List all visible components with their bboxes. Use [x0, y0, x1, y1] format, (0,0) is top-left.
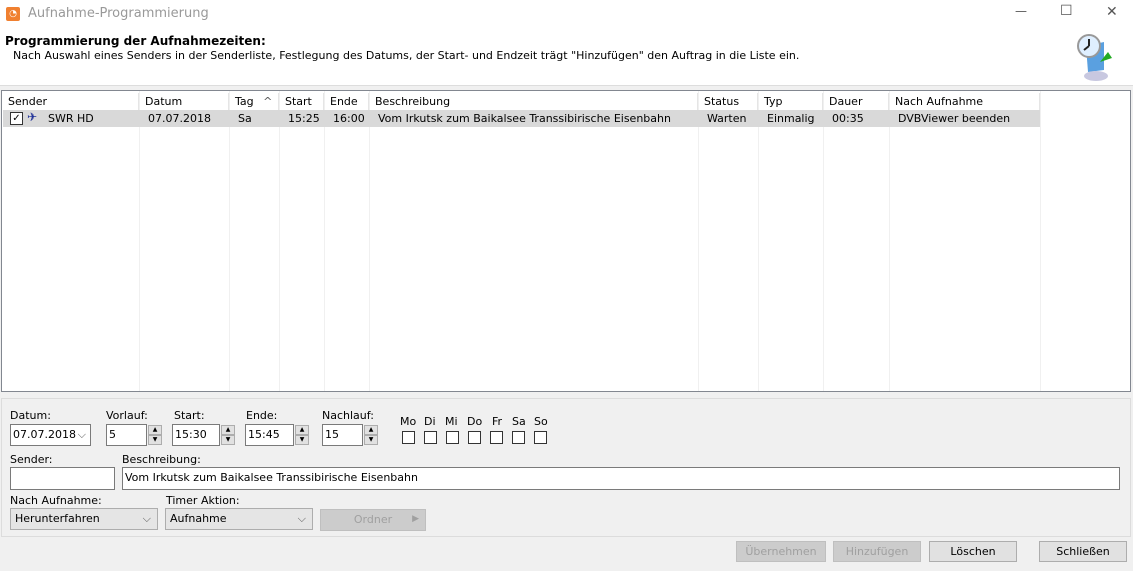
sender-label: Sender: [10, 453, 53, 466]
ende-spinner[interactable]: ▲ ▼ [295, 425, 309, 446]
uebernehmen-button[interactable]: Übernehmen [736, 541, 826, 562]
timer-list[interactable]: Sender Datum Tag ^ Start Ende Beschreibu… [1, 90, 1131, 392]
hinzufuegen-button[interactable]: Hinzufügen [833, 541, 921, 562]
day-label-so: So [534, 415, 548, 428]
chevron-down-icon: ⌵ [297, 512, 306, 525]
timer-edit-panel: Datum: 07.07.2018 ⌵ Vorlauf: 5 ▲ ▼ Start: … [1, 398, 1131, 537]
day-checkbox-mi[interactable] [446, 431, 459, 444]
row-checkbox[interactable]: ✓ [10, 112, 23, 125]
nach-aufnahme-select[interactable]: Herunterfahren ⌵ [10, 508, 158, 530]
column-header-datum[interactable]: Datum [139, 93, 229, 110]
start-spinner[interactable]: ▲ ▼ [221, 425, 235, 446]
day-label-mi: Mi [445, 415, 458, 428]
nachlauf-label: Nachlauf: [322, 409, 374, 422]
column-header-dauer[interactable]: Dauer [823, 93, 889, 110]
day-label-fr: Fr [492, 415, 503, 428]
column-header-sender[interactable]: Sender [2, 93, 139, 110]
ende-label: Ende: [246, 409, 278, 422]
header-panel: Programmierung der Aufnahmezeiten: Nach … [0, 30, 1133, 86]
day-label-mo: Mo [400, 415, 417, 428]
day-checkbox-so[interactable] [534, 431, 547, 444]
cell-sender: SWR HD [48, 112, 94, 125]
cell-start: 15:25 [288, 112, 320, 125]
datum-value: 07.07.2018 [13, 428, 76, 441]
cell-datum: 07.07.2018 [148, 112, 211, 125]
start-label: Start: [174, 409, 205, 422]
datum-picker[interactable]: 07.07.2018 ⌵ [10, 424, 91, 446]
column-header-beschreibung[interactable]: Beschreibung [369, 93, 698, 110]
day-checkbox-di[interactable] [424, 431, 437, 444]
window-title: Aufnahme-Programmierung [28, 6, 209, 21]
day-checkbox-sa[interactable] [512, 431, 525, 444]
timer-aktion-value: Aufnahme [170, 512, 227, 525]
cell-status: Warten [707, 112, 747, 125]
chevron-right-icon: ▶ [412, 514, 419, 524]
close-button[interactable]: ✕ [1106, 4, 1118, 20]
schliessen-button[interactable]: Schließen [1039, 541, 1127, 562]
sort-ascending-icon: ^ [263, 95, 273, 108]
start-input[interactable]: 15:30 [172, 424, 220, 446]
vorlauf-label: Vorlauf: [106, 409, 148, 422]
header-description: Nach Auswahl eines Senders in der Sender… [13, 49, 800, 62]
app-icon: ◔ [6, 7, 20, 21]
header-title: Programmierung der Aufnahmezeiten: [5, 34, 266, 48]
table-row[interactable]: ✓ ✈ SWR HD 07.07.2018 Sa 15:25 16:00 Vom… [3, 110, 1040, 127]
day-label-do: Do [467, 415, 483, 428]
nachlauf-spinner[interactable]: ▲ ▼ [364, 425, 378, 446]
cell-tag: Sa [238, 112, 252, 125]
day-label-di: Di [424, 415, 436, 428]
column-header-typ[interactable]: Typ [758, 93, 823, 110]
timer-clock-icon [1077, 34, 1112, 81]
cell-nach-aufnahme: DVBViewer beenden [898, 112, 1011, 125]
day-checkbox-mo[interactable] [402, 431, 415, 444]
beschreibung-input[interactable]: Vom Irkutsk zum Baikalsee Transsibirisch… [122, 467, 1120, 490]
minimize-button[interactable]: — [1015, 4, 1027, 18]
sender-input[interactable] [10, 467, 115, 490]
beschreibung-label: Beschreibung: [122, 453, 201, 466]
cell-dauer: 00:35 [832, 112, 864, 125]
ende-input[interactable]: 15:45 [245, 424, 294, 446]
maximize-button[interactable]: ☐ [1060, 3, 1073, 19]
column-header-start[interactable]: Start [279, 93, 324, 110]
datum-label: Datum: [10, 409, 51, 422]
loeschen-button[interactable]: Löschen [929, 541, 1017, 562]
day-checkbox-fr[interactable] [490, 431, 503, 444]
timer-aktion-select[interactable]: Aufnahme ⌵ [165, 508, 313, 530]
nach-aufnahme-label: Nach Aufnahme: [10, 494, 102, 507]
title-bar: ◔ Aufnahme-Programmierung — ☐ ✕ [0, 0, 1133, 30]
day-checkbox-do[interactable] [468, 431, 481, 444]
day-label-sa: Sa [512, 415, 526, 428]
vorlauf-spinner[interactable]: ▲ ▼ [148, 425, 162, 446]
cell-typ: Einmalig [767, 112, 815, 125]
nachlauf-input[interactable]: 15 [322, 424, 363, 446]
cell-beschreibung: Vom Irkutsk zum Baikalsee Transsibirisch… [378, 112, 671, 125]
column-header-status[interactable]: Status [698, 93, 758, 110]
timer-aktion-label: Timer Aktion: [166, 494, 240, 507]
chevron-down-icon: ⌵ [77, 428, 86, 441]
vorlauf-input[interactable]: 5 [106, 424, 147, 446]
ordner-label: Ordner [353, 513, 393, 526]
nach-aufnahme-value: Herunterfahren [15, 512, 100, 525]
cell-ende: 16:00 [333, 112, 365, 125]
column-header-tag[interactable]: Tag ^ [229, 93, 279, 110]
satellite-icon: ✈ [27, 110, 38, 124]
chevron-down-icon: ⌵ [142, 512, 151, 525]
ordner-button[interactable]: Ordner ▶ [320, 509, 426, 531]
column-header-nach-aufnahme[interactable]: Nach Aufnahme [889, 93, 1040, 110]
column-label: Tag [235, 95, 254, 108]
column-header-ende[interactable]: Ende [324, 93, 369, 110]
